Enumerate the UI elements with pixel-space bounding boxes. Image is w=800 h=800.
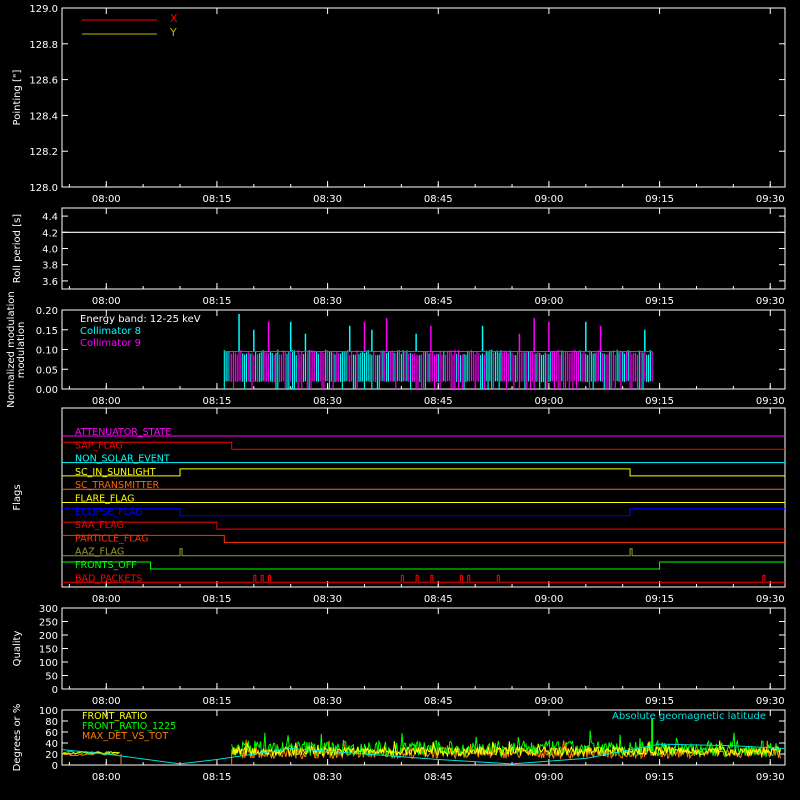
quality-xtick-label: 09:15	[645, 696, 674, 707]
ratios-xtick-label: 08:45	[424, 772, 453, 783]
flag-trace-particle_flag	[62, 534, 785, 543]
ratios-xtick-label: 08:00	[92, 772, 121, 783]
pointing-ytick-label: 129.0	[29, 4, 58, 15]
ratios-ytick-label: 100	[39, 706, 58, 717]
flag-trace-bad_packets	[62, 574, 785, 583]
pointing-ytick-label: 128.2	[29, 147, 58, 158]
flags-ylabel: Flags	[12, 484, 23, 510]
legend-x-label: X	[170, 12, 178, 25]
modulation-xtick-label: 09:00	[535, 396, 564, 407]
roll-ytick-label: 4.2	[42, 228, 58, 239]
legend-y-label: Y	[169, 26, 177, 39]
hessi-summary-plot: 08:00 08:15 08:30 08:45 09:00 09:15 09:30 Point…	[6, 4, 786, 783]
quality-xtick-label: 08:15	[203, 696, 232, 707]
ratios-xtick-label: 08:15	[203, 772, 232, 783]
modulation-ytick-label: 0.15	[36, 326, 58, 337]
flag-trace-saa_flag	[62, 521, 785, 530]
pointing-xtick-label: 09:00	[535, 194, 564, 205]
quality-xtick-label: 08:00	[92, 696, 121, 707]
flags-xtick-label: 08:15	[203, 594, 232, 605]
pointing-ylabel: Pointing ["]	[12, 69, 23, 125]
modulation-xtick-label: 08:30	[313, 396, 342, 407]
flags-xtick-label: 09:00	[535, 594, 564, 605]
roll-xtick-label: 09:15	[645, 296, 674, 307]
legend-geomag-latitude: Absolute geomagnetic latitude	[612, 711, 766, 722]
quality-ylabel: Quality	[12, 631, 23, 667]
ratios-ytick-label: 20	[45, 750, 58, 761]
ratios-xtick-label: 08:30	[313, 772, 342, 783]
ratios-ytick-label: 60	[45, 728, 58, 739]
flags-xtick-label: 08:30	[313, 594, 342, 605]
ratios-ylabel: Degrees or %	[12, 704, 23, 772]
quality-ytick-label: 150	[39, 645, 58, 656]
flags-xtick-label: 08:00	[92, 594, 121, 605]
quality-ytick-label: 300	[39, 604, 58, 615]
quality-xtick-label: 08:30	[313, 696, 342, 707]
ratios-xtick-label: 09:15	[645, 772, 674, 783]
flags-xtick-label: 09:30	[756, 594, 785, 605]
legend-collimator9: Collimator 9	[80, 338, 141, 349]
modulation-xtick-label: 08:00	[92, 396, 121, 407]
roll-ytick-label: 4.0	[42, 245, 58, 256]
ratios-ytick-label: 80	[45, 717, 58, 728]
roll-ylabel: Roll period [s]	[12, 214, 23, 283]
roll-ytick-label: 4.4	[42, 212, 58, 223]
flag-trace-sc_in_sunlight	[62, 468, 785, 477]
roll-frame	[61, 207, 786, 290]
roll-xtick-label: 08:15	[203, 296, 232, 307]
pointing-xtick-label: 09:15	[645, 194, 674, 205]
modulation-xtick-label: 09:15	[645, 396, 674, 407]
quality-ytick-label: 50	[45, 672, 58, 683]
modulation-ytick-label: 0.20	[36, 306, 58, 317]
flag-trace-aaz_flag	[62, 548, 785, 557]
pointing-xtick-label: 08:15	[203, 194, 232, 205]
ratios-xtick-label: 09:00	[535, 772, 564, 783]
pointing-xtick-label: 08:00	[92, 194, 121, 205]
roll-xtick-label: 08:00	[92, 296, 121, 307]
roll-xtick-label: 09:00	[535, 296, 564, 307]
quality-ytick-label: 0	[52, 685, 58, 696]
modulation-ytick-label: 0.10	[36, 346, 58, 357]
pointing-xtick-label: 08:45	[424, 194, 453, 205]
quality-ytick-label: 200	[39, 631, 58, 642]
quality-ytick-label: 100	[39, 658, 58, 669]
pointing-ytick-label: 128.6	[29, 76, 58, 87]
flag-trace-sap_flag	[62, 441, 785, 450]
ratios-xtick-label: 09:30	[756, 772, 785, 783]
pointing-ytick-label: 128.0	[29, 183, 58, 194]
legend-max-det-vs-tot: MAX_DET_VS_TOT	[82, 731, 168, 742]
quality-xtick-label: 09:30	[756, 696, 785, 707]
pointing-xtick-label: 09:30	[756, 194, 785, 205]
modulation-xtick-label: 08:45	[424, 396, 453, 407]
modulation-ytick-label: 0.00	[36, 385, 58, 396]
legend-collimator8: Collimator 8	[80, 326, 141, 337]
modulation-ylabel-line2: modulation	[16, 322, 27, 379]
roll-ytick-label: 3.6	[42, 277, 58, 288]
flags-xtick-label: 09:15	[645, 594, 674, 605]
modulation-ytick-label: 0.05	[36, 365, 58, 376]
flag-trace-eclipse_flag	[62, 508, 785, 517]
quality-frame	[61, 607, 786, 690]
quality-ytick-label: 250	[39, 618, 58, 629]
pointing-ytick-label: 128.4	[29, 111, 58, 122]
flag-trace-fronts_off	[62, 561, 785, 570]
ratios-ytick-label: 0	[52, 761, 58, 772]
modulation-xtick-label: 08:15	[203, 396, 232, 407]
quality-xtick-label: 09:00	[535, 696, 564, 707]
quality-xtick-label: 08:45	[424, 696, 453, 707]
ratios-ytick-label: 40	[45, 739, 58, 750]
roll-xtick-label: 08:30	[313, 296, 342, 307]
flags-xtick-label: 08:45	[424, 594, 453, 605]
pointing-ytick-label: 128.8	[29, 40, 58, 51]
roll-ytick-label: 3.8	[42, 261, 58, 272]
pointing-xtick-label: 08:30	[313, 194, 342, 205]
modulation-xtick-label: 09:30	[756, 396, 785, 407]
roll-xtick-label: 09:30	[756, 296, 785, 307]
legend-energy-band: Energy band: 12-25 keV	[80, 314, 201, 325]
roll-xtick-label: 08:45	[424, 296, 453, 307]
